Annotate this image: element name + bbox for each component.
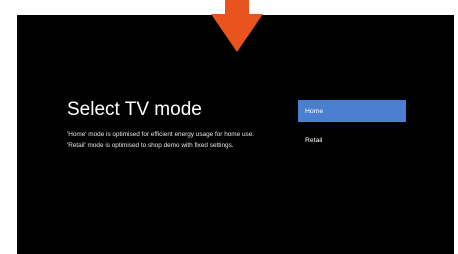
page-title: Select TV mode [67,99,202,120]
mode-description: 'Home' mode is optimised for efficient e… [67,129,254,151]
description-line-home: 'Home' mode is optimised for efficient e… [67,131,255,138]
description-line-retail: 'Retail' mode is optimised to shop demo … [67,142,234,149]
option-retail-label: Retail [305,136,323,144]
down-arrow-icon [211,0,263,52]
option-home[interactable]: Home [298,100,406,122]
mode-options-list: Home Retail [298,100,406,158]
tv-frame: Select TV mode 'Home' mode is optimised … [0,0,458,254]
option-home-label: Home [305,107,324,115]
option-retail[interactable]: Retail [298,129,406,151]
